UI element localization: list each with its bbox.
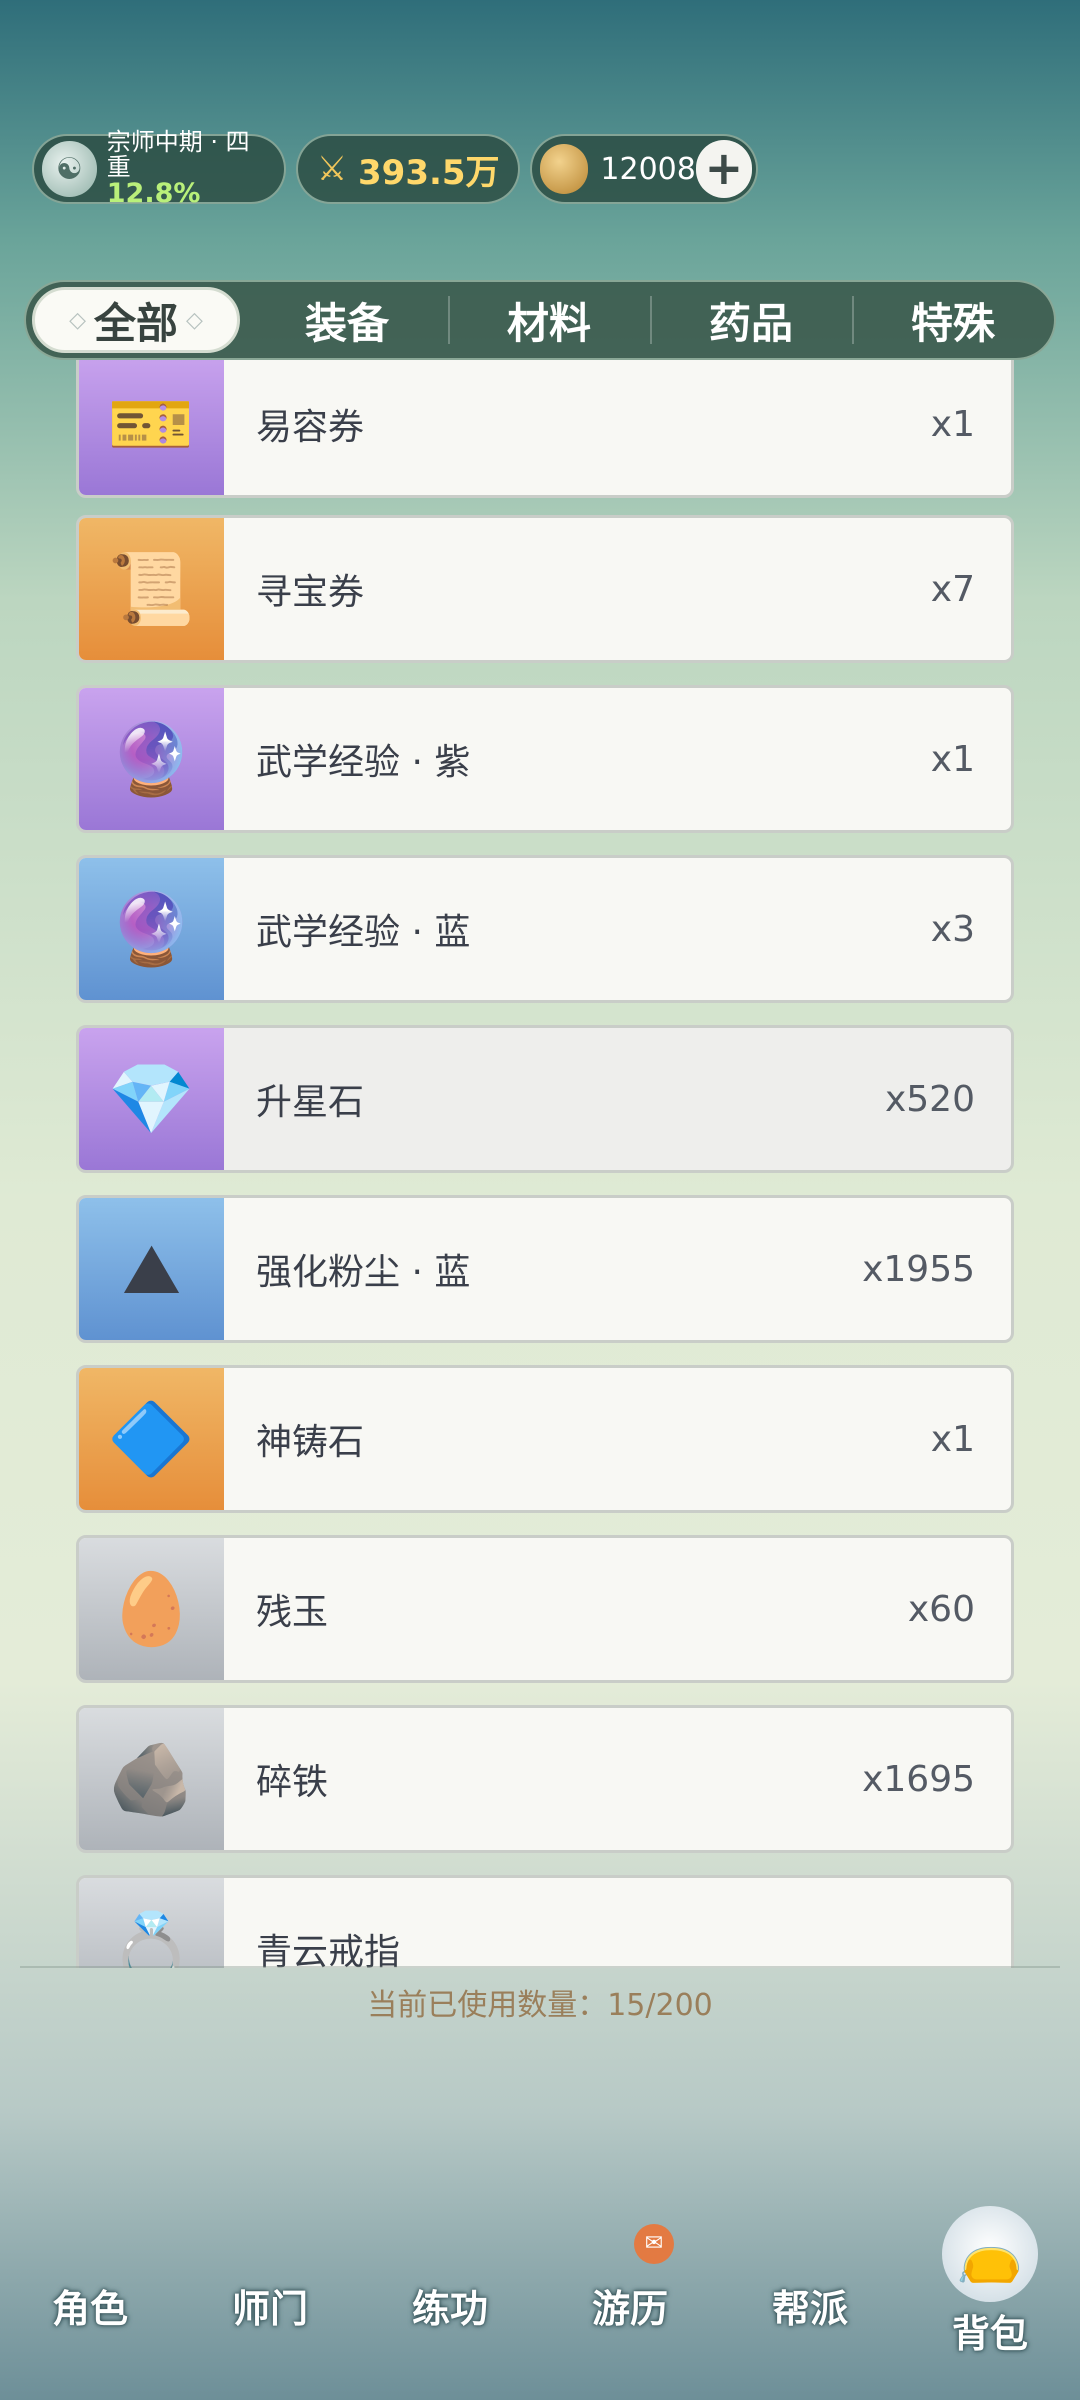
item-list[interactable]: 🎫 易容券 x1 📜 寻宝券 x7 🔮 武学经验 · 紫 x1 🔮 武学经验 ·… xyxy=(0,360,1080,1968)
item-count: x1 xyxy=(930,403,975,445)
chest-notification-icon: ✉ xyxy=(634,2224,674,2264)
category-tabs: ◇ 全部 ◇ 装备 材料 药品 特殊 xyxy=(24,280,1056,360)
ticket-icon: 🎫 xyxy=(79,360,224,495)
realm-progress: 12.8% xyxy=(106,178,201,210)
tab-medicine[interactable]: 药品 xyxy=(650,280,852,360)
capacity-text: 当前已使用数量：15/200 xyxy=(367,1988,713,2023)
item-count: x1955 xyxy=(862,1248,975,1290)
item-count: x520 xyxy=(884,1078,975,1120)
ring-icon: 💍 xyxy=(79,1878,224,1968)
item-name: 易容券 xyxy=(256,407,365,448)
item-count: x1 xyxy=(930,738,975,780)
item-count: x1 xyxy=(930,1418,975,1460)
item-count: x1695 xyxy=(862,1758,975,1800)
experience-orb-icon: 🔮 xyxy=(79,688,224,830)
diamond-deco-icon: ◇ xyxy=(186,307,203,333)
list-item[interactable]: 🎫 易容券 x1 xyxy=(76,360,1014,498)
list-item[interactable]: ⛰ 强化粉尘 · 蓝 x1955 xyxy=(76,1195,1014,1343)
bottom-nav: 角色 师门 练功 ✉ 游历 帮派 👝 背包 xyxy=(0,2170,1080,2400)
item-name: 碎铁 xyxy=(256,1762,329,1803)
nav-guild[interactable]: 帮派 xyxy=(720,2170,900,2400)
item-name: 寻宝券 xyxy=(256,572,365,613)
hero-avatar-icon: ☯ xyxy=(42,141,97,197)
combat-power-value: 393.5万 xyxy=(358,152,500,193)
tab-materials[interactable]: 材料 xyxy=(448,280,650,360)
nav-bag[interactable]: 👝 背包 xyxy=(900,2170,1080,2400)
iron-ore-icon: 🪨 xyxy=(79,1708,224,1850)
scroll-icon: 📜 xyxy=(79,518,224,660)
list-divider xyxy=(20,1966,1060,1968)
list-item-selected[interactable]: 💎 升星石 x520 xyxy=(76,1025,1014,1173)
item-name: 武学经验 · 蓝 xyxy=(256,912,471,953)
list-item[interactable]: 💍 青云戒指 xyxy=(76,1875,1014,1968)
coin-counter: 12008 + xyxy=(530,134,758,204)
forge-stone-icon: 🔷 xyxy=(79,1368,224,1510)
resource-bar: ☯ 宗师中期 · 四重 12.8% ⚔ 393.5万 12008 + xyxy=(32,129,758,208)
tab-all[interactable]: ◇ 全部 ◇ xyxy=(32,287,240,353)
item-count: x7 xyxy=(930,568,975,610)
list-item[interactable]: 📜 寻宝券 x7 xyxy=(76,515,1014,663)
list-item[interactable]: 🥚 残玉 x60 xyxy=(76,1535,1014,1683)
item-name: 升星石 xyxy=(256,1082,365,1123)
item-count: x3 xyxy=(930,908,975,950)
jade-icon: 🥚 xyxy=(79,1538,224,1680)
bag-icon: 👝 xyxy=(942,2206,1038,2302)
crossed-swords-icon: ⚔ xyxy=(316,149,348,189)
tab-equipment[interactable]: 装备 xyxy=(246,280,448,360)
list-item[interactable]: 🔷 神铸石 x1 xyxy=(76,1365,1014,1513)
nav-character[interactable]: 角色 xyxy=(0,2170,180,2400)
nav-sect[interactable]: 师门 xyxy=(180,2170,360,2400)
coin-icon xyxy=(540,144,589,194)
realm-title: 宗师中期 · 四重 xyxy=(106,127,250,181)
realm-badge[interactable]: ☯ 宗师中期 · 四重 12.8% xyxy=(32,129,286,208)
add-coins-button[interactable]: + xyxy=(695,140,752,198)
combat-power: ⚔ 393.5万 xyxy=(296,134,520,204)
item-name: 残玉 xyxy=(256,1592,329,1633)
status-bar xyxy=(0,0,1080,100)
item-name: 神铸石 xyxy=(256,1422,365,1463)
nav-training[interactable]: 练功 xyxy=(360,2170,540,2400)
dust-box-icon: ⛰ xyxy=(79,1198,224,1340)
list-item[interactable]: 🔮 武学经验 · 紫 x1 xyxy=(76,685,1014,833)
item-name: 武学经验 · 紫 xyxy=(256,742,471,783)
list-item[interactable]: 🪨 碎铁 x1695 xyxy=(76,1705,1014,1853)
crystal-icon: 💎 xyxy=(79,1028,224,1170)
list-item[interactable]: 🔮 武学经验 · 蓝 x3 xyxy=(76,855,1014,1003)
item-name: 强化粉尘 · 蓝 xyxy=(256,1252,471,1293)
item-count: x60 xyxy=(907,1588,975,1630)
tab-special[interactable]: 特殊 xyxy=(852,280,1054,360)
item-name: 青云戒指 xyxy=(256,1932,401,1968)
coin-value: 12008 xyxy=(600,151,696,187)
experience-orb-icon: 🔮 xyxy=(79,858,224,1000)
diamond-deco-icon: ◇ xyxy=(69,307,86,333)
nav-travel[interactable]: ✉ 游历 xyxy=(540,2170,720,2400)
